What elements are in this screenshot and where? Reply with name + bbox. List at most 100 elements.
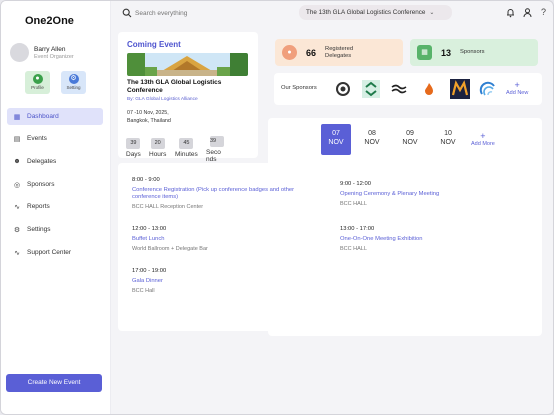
activity-icon: ∿ [14,203,20,211]
sidebar-item-sponsors[interactable]: ◎ Sponsors [7,176,103,193]
date-day: 07 [332,130,340,137]
avatar[interactable] [10,43,29,62]
countdown-hours: 20 Hours [149,131,166,158]
schedule-time: 13:00 - 17:00 [340,226,375,232]
sidebar-item-support-center[interactable]: ∿ Support Center [7,244,103,261]
schedule-title[interactable]: Gala Dinner [132,278,322,285]
setting-button[interactable]: ⚙ Setting [61,71,86,94]
search-input[interactable] [135,7,285,19]
delegates-stat[interactable]: ● 66 Registered Delegates [275,39,403,66]
m-logo[interactable] [450,79,470,99]
sidebar-item-delegates[interactable]: ☻ Delegates [7,153,103,170]
countdown-value: 39 [210,136,224,147]
event-location: Bangkok, Thailand [127,118,171,124]
date-day: 08 [368,130,376,137]
schedule-title[interactable]: One-On-One Meeting Exhibition [340,236,530,243]
date-tab-10[interactable]: 10 NOV [433,124,463,155]
schedule-title[interactable]: Buffet Lunch [132,236,322,243]
swirl-logo[interactable] [479,80,497,98]
add-date-button[interactable]: + Add More [471,131,495,148]
schedule-item[interactable]: 13:00 - 17:00 One-On-One Meeting Exhibit… [340,225,530,253]
date-tab-09[interactable]: 09 NOV [395,124,425,155]
schedule-venue: BCC HALL [340,201,367,207]
add-sponsor-label: Add New [506,90,529,96]
schedule-item[interactable]: 9:00 - 12:00 Opening Ceremony & Plenary … [340,180,530,208]
sidebar-item-label: Settings [27,226,51,233]
schedule-time: 17:00 - 19:00 [132,268,167,274]
coming-event-heading: Coming Event [127,40,181,49]
sidebar-item-dashboard[interactable]: ▦ Dashboard [7,108,103,125]
schedule-item[interactable]: 8:00 - 9:00 Conference Registration (Pic… [132,176,322,211]
bell-icon[interactable] [505,7,516,18]
gear-icon: ⚙ [13,226,21,234]
sidebar-item-label: Events [27,135,47,142]
sponsors-stat[interactable]: ▦ 13 Sponsors [410,39,538,66]
date-month: NOV [328,139,344,146]
countdown-value: 39 [126,138,141,149]
countdown-label: Hours [149,151,167,158]
user-icon: ● [32,74,43,84]
sidebar-item-label: Delegates [27,158,57,165]
schedule-venue: BCC HALL Reception Center [132,204,204,210]
sponsors-heading: Our Sponsors [281,85,317,91]
countdown-label: Days [126,151,141,158]
gear-icon: ⚙ [68,74,79,84]
delegates-label: Registered Delegates [325,46,354,59]
countdown-days: 39 Days [126,131,141,158]
app-window: One2One Barry Allen Event Organizer ● Pr… [0,0,554,415]
flame-logo[interactable] [420,80,438,98]
date-month: NOV [402,139,418,146]
plus-icon: + [480,131,486,141]
sponsors-icon: ▦ [417,45,432,60]
event-select[interactable]: The 13th GLA Global Logistics Conference… [299,5,452,20]
sidebar: One2One Barry Allen Event Organizer ● Pr… [1,1,111,414]
event-name: The 13th GLA Global Logistics Conference [127,79,222,94]
profile-label: Profile [31,85,44,90]
sidebar-item-reports[interactable]: ∿ Reports [7,198,103,215]
search-icon[interactable] [122,8,132,18]
green-arrows-logo[interactable] [362,80,380,98]
delegates-icon: ● [282,45,297,60]
schedule-title[interactable]: Conference Registration (Pick up confere… [132,187,322,201]
date-day: 09 [406,130,414,137]
plus-icon: + [514,80,520,90]
setting-label: Setting [66,85,81,90]
sidebar-item-events[interactable]: ▤ Events [7,130,103,147]
countdown-value: 45 [179,138,194,149]
countdown-label: Seco nds [206,149,221,163]
schedule-item[interactable]: 12:00 - 13:00 Buffet Lunch World Ballroo… [132,225,322,253]
countdown-value: 20 [150,138,165,149]
spiral-logo[interactable] [334,80,352,98]
user-name: Barry Allen [34,46,66,53]
schedule-venue: BCC Hall [132,288,155,294]
date-month: NOV [364,139,380,146]
chevron-down-icon: ⌄ [429,10,435,16]
sponsors-count: 13 [441,47,452,58]
sidebar-item-label: Support Center [27,249,72,256]
schedule-title[interactable]: Opening Ceremony & Plenary Meeting [340,191,530,198]
date-tab-07[interactable]: 07 NOV [321,124,351,155]
event-image [127,53,248,76]
schedule-item[interactable]: 17:00 - 19:00 Gala Dinner BCC Hall [132,267,322,295]
user-icon[interactable] [522,7,533,18]
help-icon[interactable]: ? [538,7,549,18]
date-month: NOV [440,139,456,146]
date-day: 10 [444,130,452,137]
sponsors-label: Sponsors [460,49,485,56]
app-logo: One2One [25,15,74,27]
schedule-venue: World Ballroom + Delegate Bar [132,246,208,252]
add-sponsor-button[interactable]: + Add New [506,80,529,97]
schedule-time: 12:00 - 13:00 [132,226,167,232]
schedule-time: 8:00 - 9:00 [132,177,160,183]
calendar-icon: ▤ [13,135,21,143]
globe-icon: ◎ [13,181,21,189]
countdown-minutes: 45 Minutes [175,131,198,158]
wave-logo[interactable] [390,80,408,98]
date-tab-08[interactable]: 08 NOV [357,124,387,155]
sidebar-item-label: Reports [27,203,50,210]
sidebar-item-settings[interactable]: ⚙ Settings [7,221,103,238]
profile-button[interactable]: ● Profile [25,71,50,94]
create-new-event-button[interactable]: Create New Event [6,374,102,392]
event-dates: 07 -10 Nov, 2025, [127,110,169,116]
coming-event-card[interactable]: Coming Event The 13th GLA Global Logisti… [118,32,258,163]
